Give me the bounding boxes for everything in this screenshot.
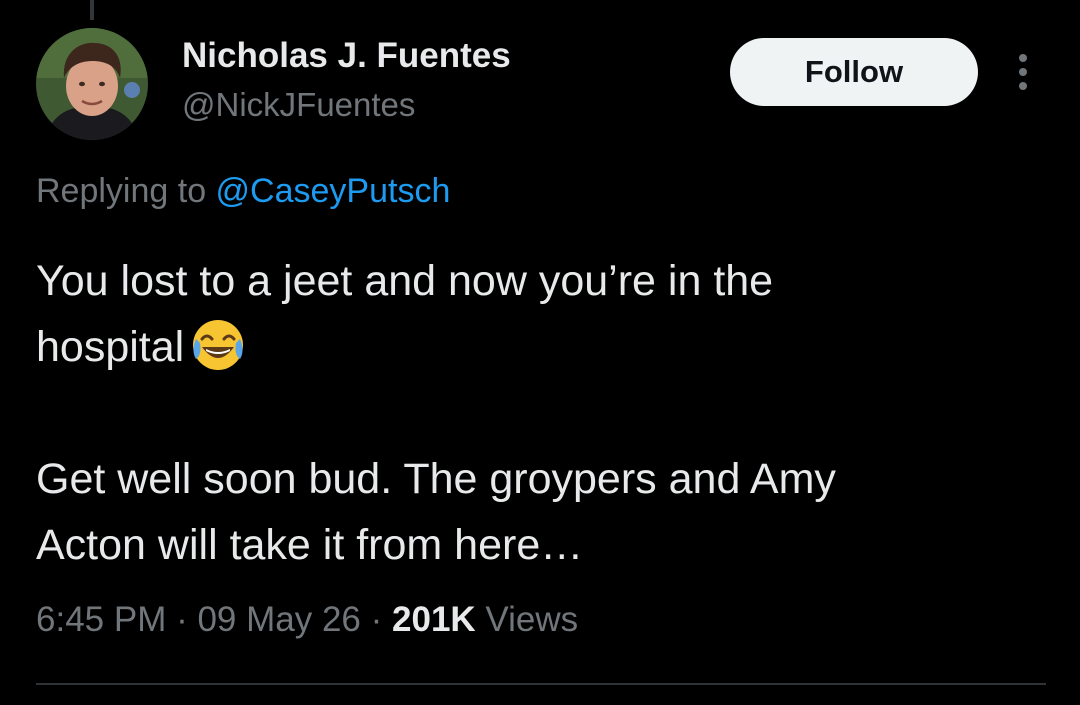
tweet-time[interactable]: 6:45 PM bbox=[36, 600, 166, 639]
tweet-text-line: hospital bbox=[36, 323, 185, 371]
reply-mention-link[interactable]: @CaseyPutsch bbox=[216, 172, 451, 210]
tweet-text-line: You lost to a jeet and now you’re in the bbox=[36, 257, 774, 305]
author-handle[interactable]: @NickJFuentes bbox=[182, 86, 415, 124]
face-with-tears-of-joy-icon bbox=[190, 317, 246, 373]
views-label: Views bbox=[475, 600, 579, 639]
avatar[interactable] bbox=[36, 28, 148, 140]
more-vertical-icon[interactable] bbox=[1008, 52, 1038, 92]
meta-separator: · bbox=[166, 600, 198, 639]
replying-to-label: Replying to bbox=[36, 172, 216, 210]
divider bbox=[36, 683, 1046, 685]
tweet-text-line: Acton will take it from here… bbox=[36, 521, 584, 569]
meta-separator: · bbox=[360, 600, 393, 639]
tweet-body: You lost to a jeet and now you’re in the… bbox=[36, 248, 1046, 578]
tweet-text-line: Get well soon bud. The groypers and Amy bbox=[36, 455, 836, 503]
tweet-text-line-with-emoji: hospital bbox=[36, 314, 1046, 380]
tweet-date[interactable]: 09 May 26 bbox=[197, 600, 360, 639]
tweet-metadata: 6:45 PM · 09 May 26 · 201K Views bbox=[36, 600, 578, 640]
replying-to-line: Replying to @CaseyPutsch bbox=[36, 172, 450, 211]
views-count: 201K bbox=[392, 600, 476, 639]
follow-button[interactable]: Follow bbox=[730, 38, 978, 106]
thread-connector-line bbox=[90, 0, 94, 20]
author-display-name[interactable]: Nicholas J. Fuentes bbox=[182, 36, 511, 76]
avatar-photo-icon bbox=[36, 28, 148, 140]
